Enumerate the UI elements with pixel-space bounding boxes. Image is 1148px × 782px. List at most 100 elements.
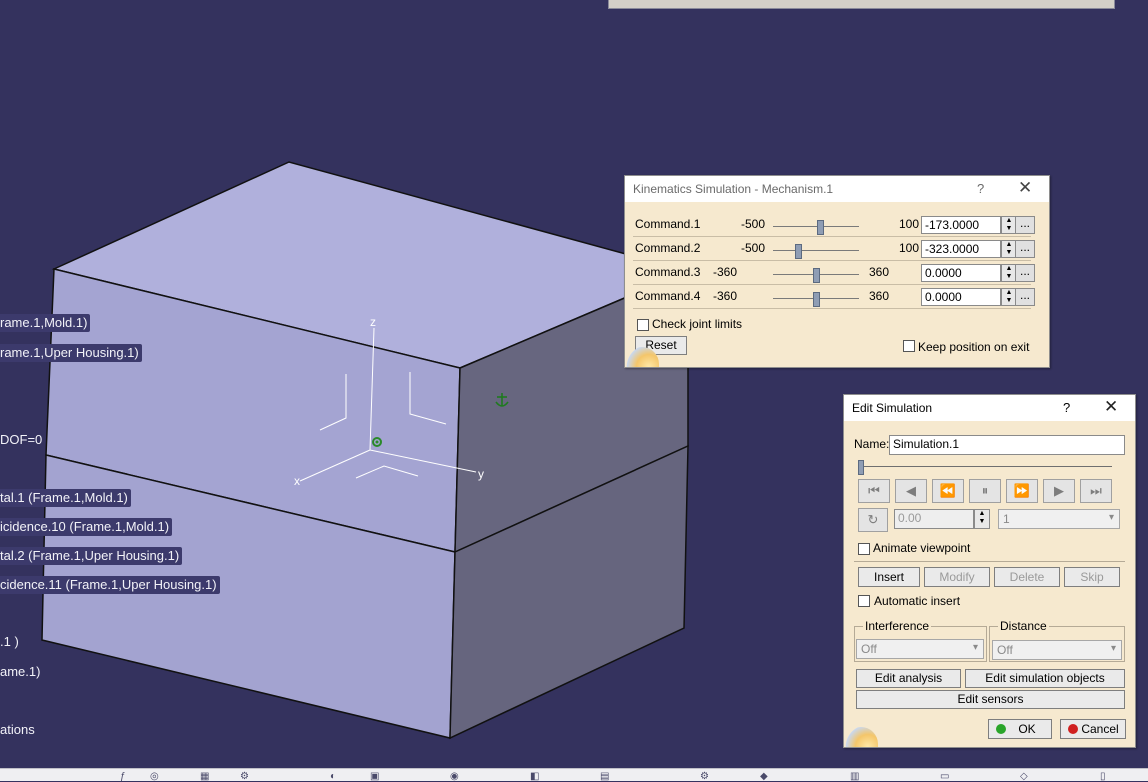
toolbar-icon[interactable]: ▥: [850, 772, 859, 782]
interference-label: Interference: [863, 619, 932, 633]
ok-button[interactable]: OK: [988, 719, 1052, 739]
kinematics-title: Kinematics Simulation - Mechanism.1: [633, 182, 834, 196]
ok-icon: [996, 724, 1006, 734]
command-min: -360: [713, 289, 738, 303]
distance-label: Distance: [998, 619, 1049, 633]
step-forward-icon[interactable]: ▶: [1043, 479, 1075, 503]
cancel-icon: [1068, 724, 1078, 734]
tree-item-applications[interactable]: ations: [0, 722, 35, 737]
command-more-button[interactable]: ...: [1015, 240, 1035, 258]
command-row-1: Command.1 -500 100 -173.0000 ▲ ▼ ...: [633, 214, 1035, 237]
kinematics-title-bar[interactable]: Kinematics Simulation - Mechanism.1 ? ✕: [625, 176, 1049, 202]
chevron-down-icon: ▾: [972, 642, 978, 653]
toolbar-icon[interactable]: ▦: [200, 772, 209, 782]
tree-label-6[interactable]: cidence.11 (Frame.1,Uper Housing.1): [0, 576, 220, 594]
toolbar-icon[interactable]: ◆: [760, 772, 768, 782]
step-combo[interactable]: 1 ▾: [998, 509, 1120, 529]
command-slider[interactable]: [773, 244, 859, 259]
slider-thumb[interactable]: [813, 268, 820, 283]
animate-viewpoint-label: Animate viewpoint: [873, 541, 971, 555]
keep-position-checkbox[interactable]: [903, 340, 915, 352]
command-name: Command.1: [635, 217, 701, 231]
step-back-icon[interactable]: ◀: [895, 479, 927, 503]
animate-viewpoint-checkbox[interactable]: [858, 543, 870, 555]
bottom-toolbar: ƒ ◎ ▦ ⚙ ◐ ▣ ◉ ◧ ▤ ⚙ ◆ ▥ ▭ ◇ ▯: [0, 768, 1148, 782]
toolbar-icon[interactable]: ▯: [1100, 772, 1106, 782]
toolbar-icon[interactable]: ▣: [370, 772, 379, 782]
tree-label-3[interactable]: tal.1 (Frame.1,Mold.1): [0, 489, 131, 507]
tree-label-5[interactable]: tal.2 (Frame.1,Uper Housing.1): [0, 547, 183, 565]
pause-icon[interactable]: ⏸: [969, 479, 1001, 503]
simulation-name-field[interactable]: Simulation.1: [889, 435, 1125, 455]
timeline-thumb[interactable]: [858, 460, 864, 475]
slider-thumb[interactable]: [794, 244, 802, 259]
command-value-field[interactable]: 0.0000: [921, 264, 1001, 282]
loop-mode-icon[interactable]: ↻: [858, 508, 888, 532]
toolbar-icon[interactable]: ⚙: [240, 772, 249, 782]
help-button[interactable]: ?: [1063, 400, 1070, 415]
command-min: -360: [713, 265, 738, 279]
command-slider[interactable]: [773, 292, 859, 307]
skip-button[interactable]: Skip: [1064, 567, 1120, 587]
close-icon[interactable]: ✕: [1104, 397, 1118, 417]
delete-button[interactable]: Delete: [994, 567, 1060, 587]
command-max: 360: [868, 289, 889, 303]
modify-button[interactable]: Modify: [924, 567, 990, 587]
command-slider[interactable]: [773, 220, 859, 235]
keep-position-label: Keep position on exit: [918, 340, 1030, 354]
toolbar-icon[interactable]: ◉: [450, 772, 459, 782]
toolbar-icon[interactable]: ⚙: [700, 772, 709, 782]
spin-arrows-icon[interactable]: ▲ ▼: [974, 509, 990, 529]
tree-item-frame[interactable]: .1 ): [0, 634, 19, 649]
command-more-button[interactable]: ...: [1015, 288, 1035, 306]
toolbar-icon[interactable]: ◎: [150, 772, 159, 782]
distance-combo[interactable]: Off ▾: [992, 640, 1122, 660]
toolbar-icon[interactable]: ◐: [330, 772, 336, 782]
toolbar-icon[interactable]: ▤: [600, 772, 609, 782]
close-icon[interactable]: ✕: [1018, 178, 1032, 198]
jump-to-end-icon[interactable]: ⏭: [1080, 479, 1112, 503]
edit-analysis-button[interactable]: Edit analysis: [856, 669, 961, 688]
command-value-field[interactable]: 0.0000: [921, 288, 1001, 306]
cancel-button[interactable]: Cancel: [1060, 719, 1126, 739]
play-back-icon[interactable]: ⏪: [932, 479, 964, 503]
kinematics-simulation-dialog: Kinematics Simulation - Mechanism.1 ? ✕ …: [624, 175, 1050, 368]
toolbar-icon[interactable]: ƒ: [120, 772, 126, 782]
interference-combo[interactable]: Off ▾: [856, 639, 984, 659]
timeline-slider[interactable]: [858, 460, 1112, 475]
automatic-insert-checkbox[interactable]: [858, 595, 870, 607]
axis-y-label: y: [478, 467, 484, 481]
automatic-insert-label: Automatic insert: [874, 594, 961, 608]
step-value-field[interactable]: 0.00: [894, 509, 974, 529]
chevron-down-icon: ▾: [1108, 512, 1114, 523]
help-button[interactable]: ?: [977, 181, 984, 196]
check-joint-limits-checkbox[interactable]: [637, 319, 649, 331]
play-forward-icon[interactable]: ⏩: [1006, 479, 1038, 503]
distance-value: Off: [997, 643, 1013, 657]
edit-sensors-button[interactable]: Edit sensors: [856, 690, 1125, 709]
toolbar-icon[interactable]: ◧: [530, 772, 539, 782]
command-value-field[interactable]: -173.0000: [921, 216, 1001, 234]
command-slider[interactable]: [773, 268, 859, 283]
toolbar-icon[interactable]: ◇: [1020, 772, 1028, 782]
jump-to-start-icon[interactable]: ⏮: [858, 479, 890, 503]
command-value-field[interactable]: -323.0000: [921, 240, 1001, 258]
edit-sim-title-bar[interactable]: Edit Simulation ? ✕: [844, 395, 1135, 421]
3d-model-scene[interactable]: z y x: [0, 0, 700, 768]
edit-simulation-objects-button[interactable]: Edit simulation objects: [965, 669, 1125, 688]
slider-thumb[interactable]: [813, 292, 820, 307]
command-more-button[interactable]: ...: [1015, 264, 1035, 282]
chevron-down-icon: ▾: [1110, 643, 1116, 654]
tree-label-1[interactable]: rame.1,Mold.1): [0, 314, 91, 332]
command-max: 100: [898, 241, 919, 255]
toolbar-icon[interactable]: ▭: [940, 772, 949, 782]
insert-button[interactable]: Insert: [858, 567, 920, 587]
command-more-button[interactable]: ...: [1015, 216, 1035, 234]
command-name: Command.4: [635, 289, 701, 303]
command-min: -500: [741, 241, 766, 255]
tree-label-2[interactable]: rame.1,Uper Housing.1): [0, 344, 142, 362]
tree-label-4[interactable]: icidence.10 (Frame.1,Mold.1): [0, 518, 173, 536]
tree-item-frame-2[interactable]: ame.1): [0, 664, 40, 679]
axis-z-label: z: [370, 315, 376, 329]
slider-thumb[interactable]: [817, 220, 825, 235]
